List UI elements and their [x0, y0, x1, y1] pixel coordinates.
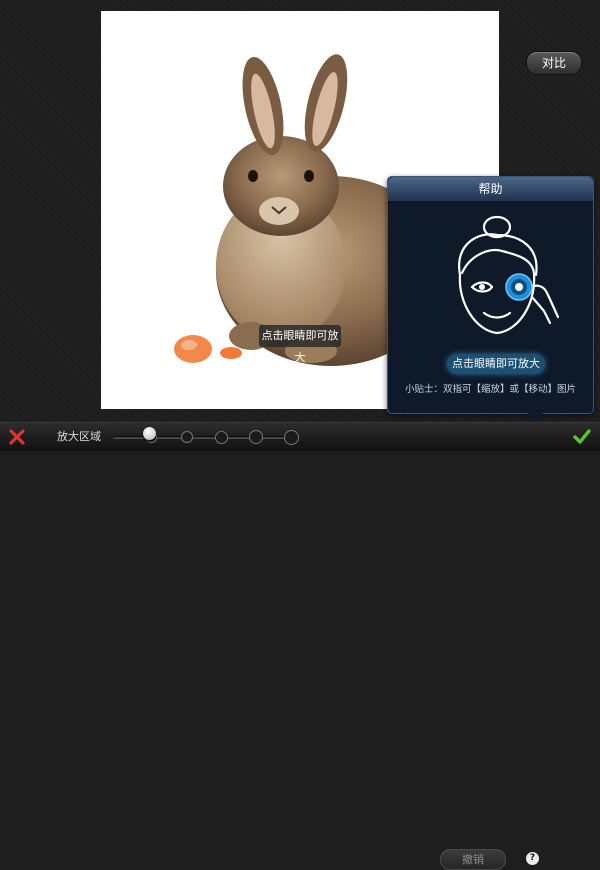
editing-canvas: 对比 点击眼睛即可放大 帮助 点击眼睛即可放大 小贴士：双指可【缩放】或【移动】…	[0, 0, 600, 422]
zoom-slider-stop[interactable]	[249, 430, 263, 444]
popover-caret	[527, 413, 543, 422]
zoom-slider-stop[interactable]	[214, 430, 228, 444]
tap-eye-zoom-hint[interactable]: 点击眼睛即可放大	[447, 354, 545, 374]
undo-button[interactable]: 撤销	[440, 849, 506, 870]
close-icon[interactable]	[9, 429, 25, 445]
zoom-slider-track[interactable]	[113, 436, 293, 439]
help-popover: 帮助 点击眼睛即可放大 小贴士：双指可【缩放】或【移动】图片	[387, 176, 594, 422]
photo-tip-label: 点击眼睛即可放大	[259, 325, 341, 364]
help-button[interactable]: ?	[526, 852, 539, 865]
bottom-toolbar: 放大区域 撤销 ?	[0, 422, 600, 870]
compare-button[interactable]: 对比	[526, 51, 582, 75]
zoom-slider-thumb[interactable]	[143, 427, 156, 440]
help-tip-text: 小贴士：双指可【缩放】或【移动】图片	[404, 384, 576, 395]
zoom-slider-stop[interactable]	[283, 429, 299, 445]
zoom-area-label: 放大区域	[57, 430, 101, 443]
checkmark-icon[interactable]	[573, 429, 591, 445]
help-popover-title: 帮助	[388, 177, 593, 202]
face-eye-zoom-icon	[458, 215, 560, 335]
zoom-slider-stop[interactable]	[181, 431, 193, 443]
